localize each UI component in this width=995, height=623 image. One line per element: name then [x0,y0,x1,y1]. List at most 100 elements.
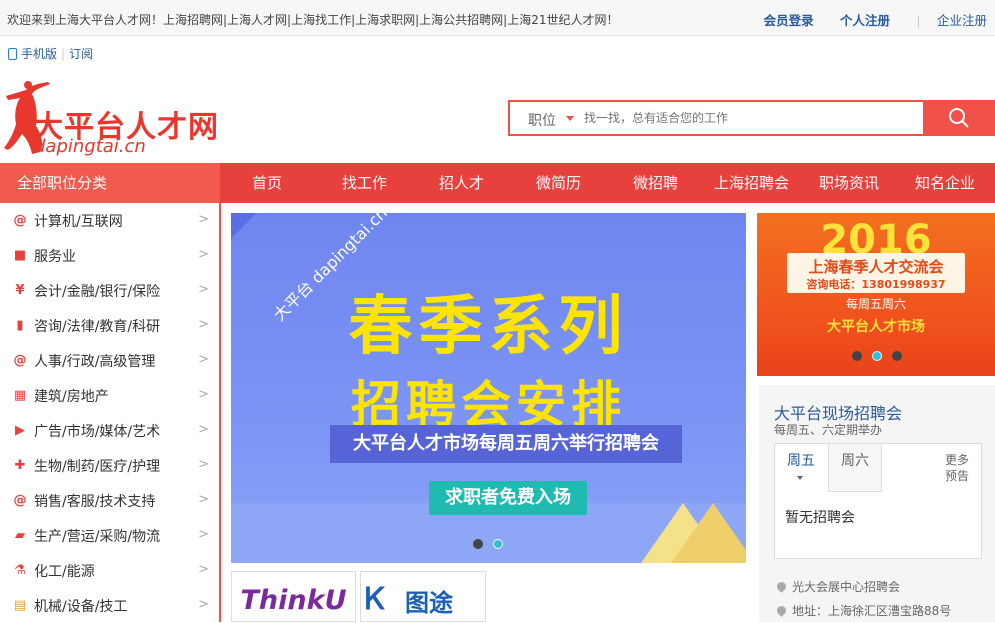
category-label: 咨询/法律/教育/科研 [34,318,161,335]
category-item[interactable]: ▶ 广告/市场/媒体/艺术 > [0,413,219,448]
subscribe-link[interactable]: 订阅 [69,45,93,62]
category-item[interactable]: ✚ 生物/制药/医疗/护理 > [0,448,219,483]
building-icon: ▦ [13,387,27,403]
ad-title: 上海春季人才交流会 [808,258,944,276]
chevron-right-icon: > [198,317,209,332]
search-icon [949,108,969,128]
tab-label: 周五 [787,453,815,469]
partner-logo-thinku[interactable]: ThinkU [231,571,356,622]
divider: | [61,46,66,61]
category-item[interactable]: ▦ 建筑/房地产 > [0,378,219,413]
category-label: 生物/制药/医疗/护理 [34,458,161,475]
search-input[interactable] [584,108,904,128]
member-login-link[interactable]: 会员登录 [764,13,814,28]
fair-tabs-panel: 周五 周六 更多 预告 暂无招聘会 [774,443,982,559]
category-label: 服务业 [34,248,76,265]
ad-phone: 咨询电话：13801998937 [806,278,946,291]
category-item[interactable]: ▰ 生产/营运/采购/物流 > [0,518,219,553]
nav-item-micro-resume[interactable]: 微简历 [536,163,581,203]
category-item[interactable]: ⚗ 化工/能源 > [0,553,219,588]
nav-item-micro-recruit[interactable]: 微招聘 [633,163,678,203]
tutu-logo-icon: Ꮶ [365,582,386,617]
fair-address: 地址：上海徐汇区漕宝路88号 [775,602,951,619]
category-item[interactable]: ■ 服务业 > [0,238,219,273]
truck-icon: ▰ [15,527,25,543]
category-item[interactable]: ▮ 咨询/法律/教育/科研 > [0,308,219,343]
at-icon: @ [13,212,27,228]
search-bar: 职位 [508,100,995,136]
chevron-right-icon: > [198,282,209,297]
nav-item-famous-companies[interactable]: 知名企业 [915,163,975,203]
carousel-dot[interactable] [892,351,902,361]
chevron-right-icon: > [198,247,209,262]
job-fair-panel: 大平台现场招聘会 每周五、六定期举办 周五 周六 更多 预告 暂无招聘会 光大会展… [759,385,995,622]
chevron-right-icon: > [198,527,209,542]
yen-icon: ¥ [15,282,25,298]
mobile-version-link[interactable]: 手机版 [21,45,57,62]
at-icon: @ [13,352,27,368]
chevron-down-icon [797,476,803,480]
more-preview-link[interactable]: 更多 预告 [945,452,969,484]
nav-item-job-fair[interactable]: 上海招聘会 [714,163,789,203]
banner-pyramid [671,503,746,563]
carousel-dot[interactable] [852,351,862,361]
all-categories-button[interactable]: 全部职位分类 [0,163,220,203]
partner-logo-tutu[interactable]: Ꮶ 图途 [360,571,486,622]
chevron-right-icon: > [198,457,209,472]
personal-register-link[interactable]: 个人注册 [840,13,890,28]
book-icon: ▮ [16,317,24,333]
logo-text-en: dapingtai.cn [34,136,146,157]
spring-fair-ad[interactable]: 2016 上海春季人才交流会 咨询电话：13801998937 每周五周六 大平… [757,213,995,376]
category-label: 建筑/房地产 [34,388,109,405]
tab-saturday[interactable]: 周六 [829,444,882,492]
partner-name: 图途 [405,589,453,617]
main-nav: 全部职位分类 首页 找工作 招人才 微简历 微招聘 上海招聘会 职场资讯 知名企… [0,163,995,203]
category-label: 机械/设备/技工 [34,598,128,615]
fair-time: 每周五、六定期举办 [774,423,883,437]
category-label: 广告/市场/媒体/艺术 [34,423,161,440]
fair-location: 光大会展中心招聘会 [775,578,900,595]
account-links: 会员登录 个人注册 | 企业注册 [742,10,987,29]
chevron-right-icon: > [198,492,209,507]
carousel-dot-active[interactable] [493,539,503,549]
site-logo[interactable]: 大平台人才网 dapingtai.cn [0,78,240,158]
chevron-right-icon: > [198,352,209,367]
nav-item-career-news[interactable]: 职场资讯 [819,163,879,203]
enterprise-register-link[interactable]: 企业注册 [937,13,987,28]
chevron-right-icon: > [198,562,209,577]
tab-label: 周六 [841,453,869,469]
nav-item-recruit[interactable]: 招人才 [439,163,484,203]
at-icon: @ [13,492,27,508]
category-item[interactable]: @ 计算机/互联网 > [0,203,219,238]
chevron-right-icon: > [198,597,209,612]
search-button[interactable] [923,100,995,136]
carousel-dot[interactable] [473,539,483,549]
search-category-select[interactable]: 职位 [528,110,556,130]
category-item[interactable]: ▤ 机械/设备/技工 > [0,588,219,623]
mobile-links: 手机版 | 订阅 [8,45,93,62]
category-item[interactable]: @ 人事/行政/高级管理 > [0,343,219,378]
flask-icon: ⚗ [14,562,26,578]
chevron-right-icon: > [198,422,209,437]
category-item[interactable]: @ 销售/客服/技术支持 > [0,483,219,518]
tab-friday[interactable]: 周五 [775,444,829,492]
ad-schedule: 每周五周六 [845,297,906,311]
ad-carousel-dots [852,351,902,361]
phone-icon [8,47,17,60]
medkit-icon: ✚ [14,457,26,473]
carousel-dot-active[interactable] [872,351,882,361]
chevron-right-icon: > [198,387,209,402]
nav-item-find-job[interactable]: 找工作 [342,163,387,203]
banner-title-1: 春季系列 [348,290,629,364]
main-banner[interactable]: 大平台 dapingtai.cn 春季系列 招聘会安排 大平台人才市场每周五周六… [231,213,746,563]
nav-item-home[interactable]: 首页 [252,163,282,203]
category-label: 化工/能源 [34,563,95,580]
divider: | [916,13,921,28]
welcome-text: 欢迎来到上海大平台人才网！上海招聘网|上海人才网|上海找工作|上海求职网|上海公… [7,13,619,27]
category-label: 人事/行政/高级管理 [34,353,156,370]
empty-message: 暂无招聘会 [785,510,855,526]
chevron-down-icon[interactable] [566,116,574,121]
category-item[interactable]: ¥ 会计/金融/银行/保险 > [0,273,219,308]
location-pin-icon [775,580,788,593]
banner-badge: 求职者免费入场 [429,481,587,515]
